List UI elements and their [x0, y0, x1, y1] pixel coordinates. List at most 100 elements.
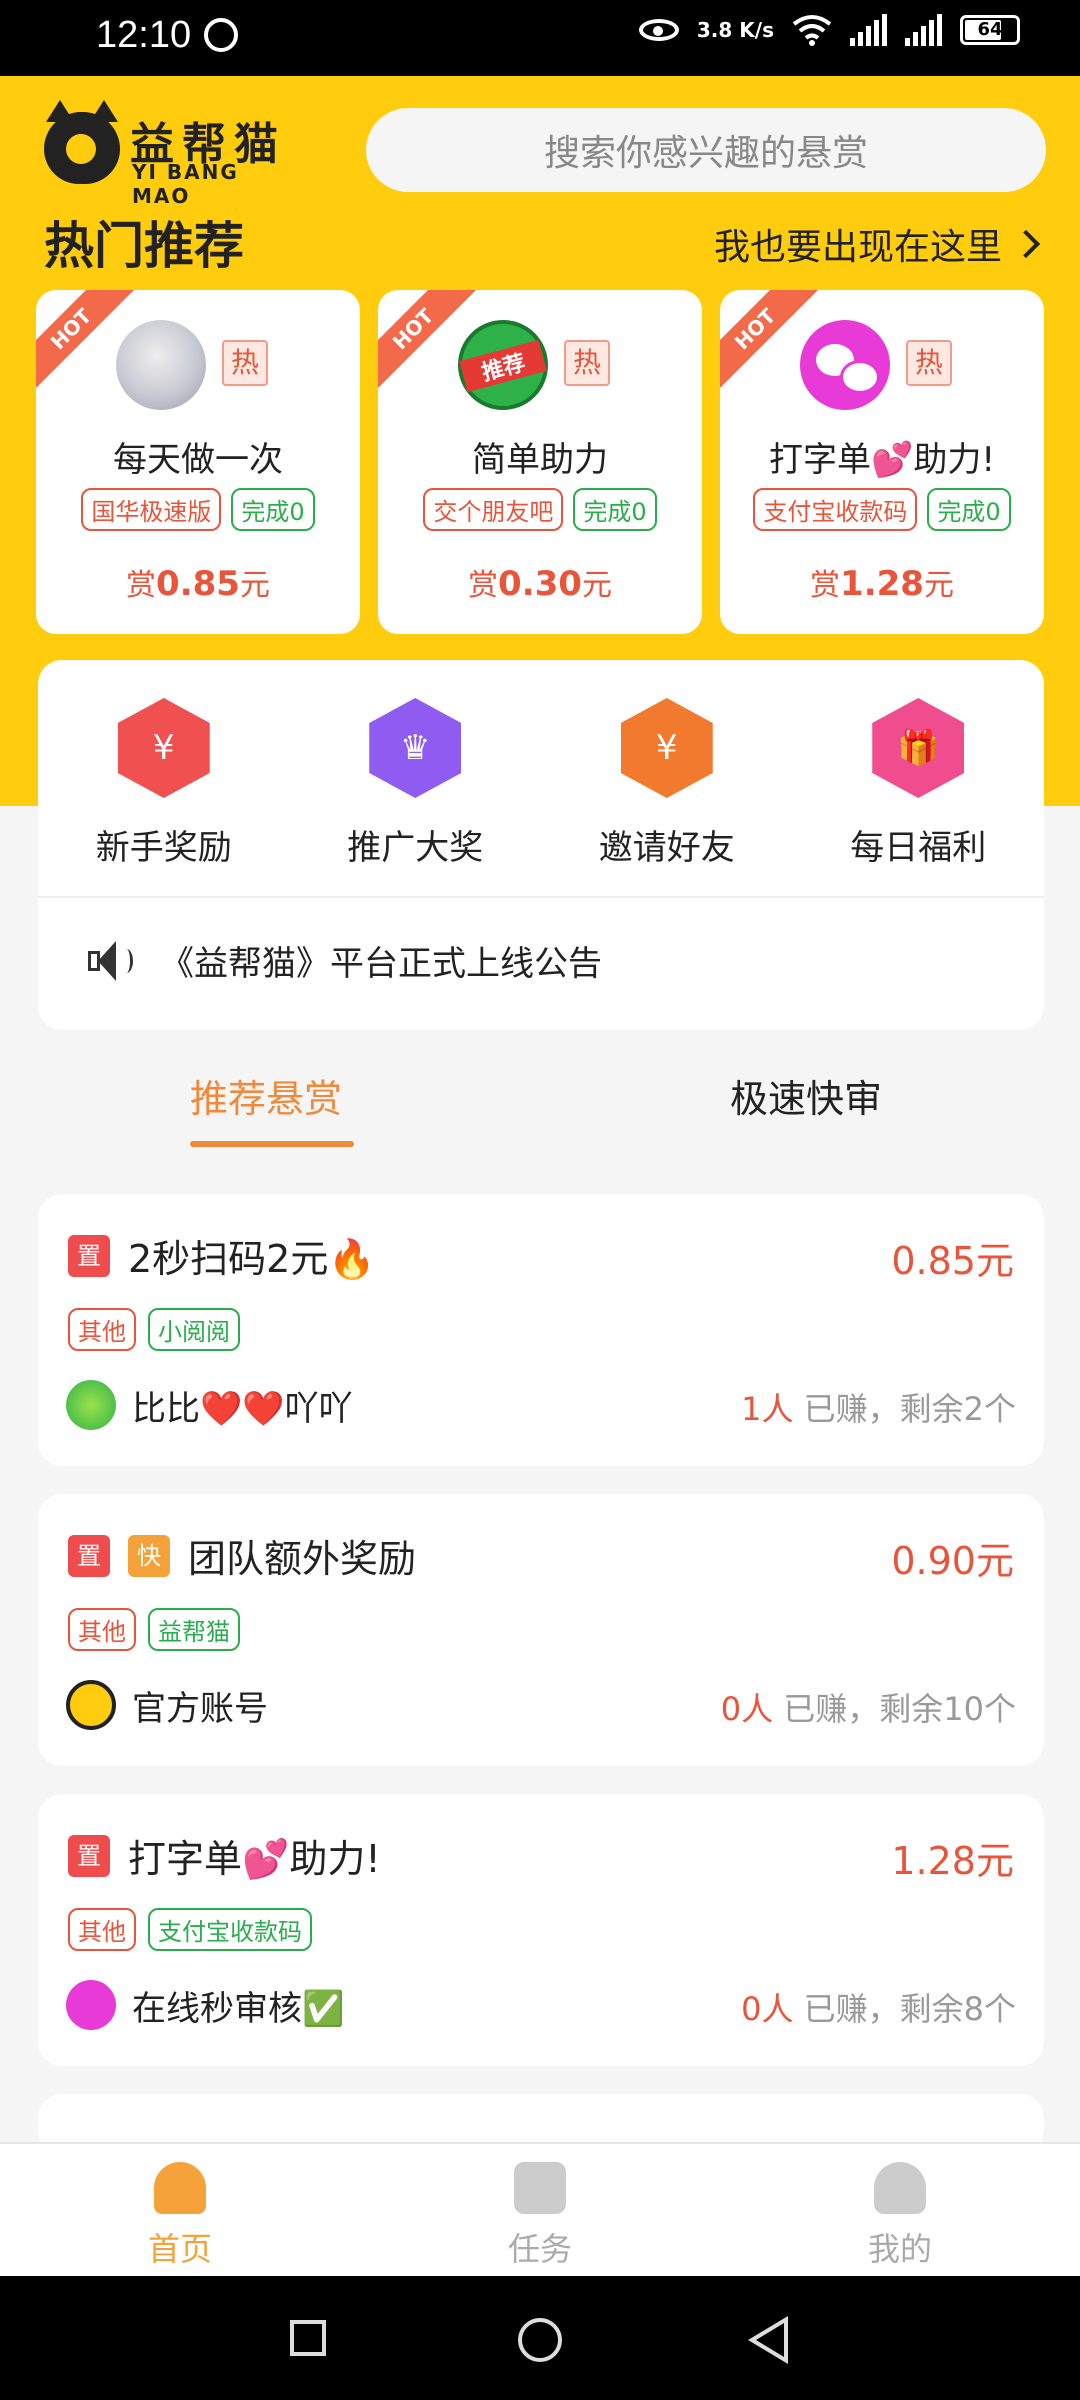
nav-label: 我的 [867, 2230, 932, 2268]
logo-text-en: YI BANG MAO [132, 160, 239, 208]
speed-gauge-icon [204, 18, 238, 52]
publisher-name: 在线秒审核✅ [132, 1988, 345, 2029]
completed-tag: 完成0 [231, 488, 315, 531]
crown-icon: ♛ [369, 698, 462, 798]
home-icon [154, 2162, 206, 2214]
hot-badge: 热 [222, 340, 268, 386]
task-list-icon [514, 2162, 566, 2214]
task-price: 0.90元 [891, 1539, 1014, 1583]
nav-profile[interactable]: 我的 [800, 2162, 1000, 2270]
divider [38, 896, 1044, 898]
pinned-badge: 置 [68, 1534, 110, 1577]
hot-section-title: 热门推荐 [44, 217, 244, 275]
avatar [66, 1680, 116, 1730]
hot-promote-label: 我也要出现在这里 [713, 227, 1002, 268]
nav-tasks[interactable]: 任务 [440, 2162, 640, 2270]
status-icons: 3.8 K/s 64 [638, 14, 1020, 46]
fast-badge: 快 [128, 1534, 170, 1577]
reward: 赏0.85元 [126, 564, 270, 604]
hot-card[interactable]: HOT 热 每天做一次 国华极速版 完成0 赏0.85元 [36, 290, 360, 634]
recommend-stamp-icon: 推荐 [458, 320, 548, 410]
category-tag: 其他 [68, 1608, 136, 1651]
category-tag: 交个朋友吧 [423, 488, 564, 531]
task-price: 0.85元 [891, 1239, 1014, 1283]
hot-promote-link[interactable]: 我也要出现在这里 [713, 218, 1041, 270]
menu-item-promotion-prize[interactable]: ♛ 推广大奖 [315, 698, 515, 869]
gift-icon: 🎁 [872, 698, 965, 798]
category-tag: 其他 [68, 1308, 136, 1351]
avatar [116, 320, 206, 410]
signal-4g-icon-2 [905, 14, 942, 46]
platform-tag: 益帮猫 [148, 1608, 240, 1651]
wechat-icon [800, 320, 890, 410]
hot-badge: 热 [564, 340, 610, 386]
publisher-name: 官方账号 [132, 1688, 268, 1729]
money-bag-icon: ¥ [620, 698, 713, 798]
category-tag: 支付宝收款码 [753, 488, 918, 531]
hot-card[interactable]: HOT 热 打字单💕助力! 支付宝收款码 完成0 赏1.28元 [720, 290, 1044, 634]
task-stats: 0人 已赚，剩余8个 [741, 1990, 1016, 2028]
quick-menu-card: ¥ 新手奖励 ♛ 推广大奖 ¥ 邀请好友 🎁 每日福利 《益帮猫》平台正式上线公… [38, 660, 1044, 1030]
profile-icon [874, 2162, 926, 2214]
nav-label: 首页 [147, 2230, 212, 2268]
tab-fast-review[interactable]: 极速快审 [730, 1068, 882, 1123]
menu-label: 邀请好友 [598, 828, 735, 868]
speaker-icon [86, 939, 133, 983]
nav-home[interactable]: 首页 [80, 2162, 280, 2270]
task-stats: 1人 已赚，剩余2个 [741, 1390, 1016, 1428]
task-card[interactable]: 置 打字单💕助力! 1.28元 其他 支付宝收款码 在线秒审核✅ 0人 已赚，剩… [38, 1794, 1044, 2066]
battery-level: 64 [977, 19, 1003, 40]
menu-label: 推广大奖 [347, 828, 484, 868]
category-tag: 其他 [68, 1908, 136, 1951]
pinned-badge: 置 [68, 1234, 110, 1277]
red-envelope-icon: ¥ [117, 698, 210, 798]
signal-4g-icon [850, 14, 887, 46]
search-input[interactable]: 搜索你感兴趣的悬赏 [366, 108, 1046, 192]
cat-logo-icon [44, 100, 120, 184]
reward: 赏0.30元 [468, 564, 612, 604]
task-title: 2秒扫码2元🔥 [128, 1237, 376, 1281]
announcement[interactable]: 《益帮猫》平台正式上线公告 [86, 936, 602, 985]
hot-card[interactable]: HOT 推荐 热 简单助力 交个朋友吧 完成0 赏0.30元 [378, 290, 702, 634]
eye-icon [638, 19, 679, 41]
menu-label: 每日福利 [850, 828, 987, 868]
category-tag: 国华极速版 [81, 488, 222, 531]
task-price: 1.28元 [891, 1839, 1014, 1883]
app-logo: 益帮猫 YI BANG MAO [44, 100, 304, 208]
chevron-right-icon [1011, 229, 1041, 259]
task-card[interactable]: 置 快 团队额外奖励 0.90元 其他 益帮猫 官方账号 0人 已赚，剩余10个 [38, 1494, 1044, 1766]
announcement-text: 《益帮猫》平台正式上线公告 [160, 944, 602, 984]
hot-card-title: 每天做一次 [113, 440, 283, 480]
publisher-name: 比比❤️❤️吖吖 [132, 1388, 353, 1429]
menu-item-invite-friends[interactable]: ¥ 邀请好友 [567, 698, 767, 869]
avatar [66, 1380, 116, 1430]
pinned-badge: 置 [68, 1834, 110, 1877]
hot-card-title: 打字单💕助力! [769, 440, 995, 480]
menu-item-daily-bonus[interactable]: 🎁 每日福利 [818, 698, 1018, 869]
platform-tag: 支付宝收款码 [148, 1908, 312, 1951]
completed-tag: 完成0 [573, 488, 657, 531]
recents-button[interactable] [290, 2320, 326, 2356]
task-title: 团队额外奖励 [188, 1537, 417, 1581]
hot-card-title: 简单助力 [472, 440, 608, 480]
task-stats: 0人 已赚，剩余10个 [720, 1690, 1016, 1728]
menu-label: 新手奖励 [95, 828, 232, 868]
task-tabs: 推荐悬赏 极速快审 [0, 1068, 1080, 1158]
menu-item-newbie-reward[interactable]: ¥ 新手奖励 [64, 698, 264, 869]
platform-tag: 小阅阅 [148, 1308, 240, 1351]
battery-icon: 64 [960, 15, 1020, 45]
reward: 赏1.28元 [810, 564, 954, 604]
status-bar: 12:10 3.8 K/s 64 [0, 0, 1080, 76]
tab-recommended[interactable]: 推荐悬赏 [190, 1068, 354, 1147]
wifi-icon [792, 15, 832, 46]
task-title: 打字单💕助力! [128, 1837, 381, 1881]
back-button[interactable] [748, 2316, 788, 2364]
nav-label: 任务 [507, 2230, 572, 2268]
system-nav-bar [0, 2276, 1080, 2400]
status-time: 12:10 [96, 14, 192, 56]
task-card[interactable]: 置 2秒扫码2元🔥 0.85元 其他 小阅阅 比比❤️❤️吖吖 1人 已赚，剩余… [38, 1194, 1044, 1466]
completed-tag: 完成0 [927, 488, 1011, 531]
wechat-icon [66, 1980, 116, 2030]
hot-badge: 热 [906, 340, 952, 386]
home-button[interactable] [518, 2318, 562, 2362]
